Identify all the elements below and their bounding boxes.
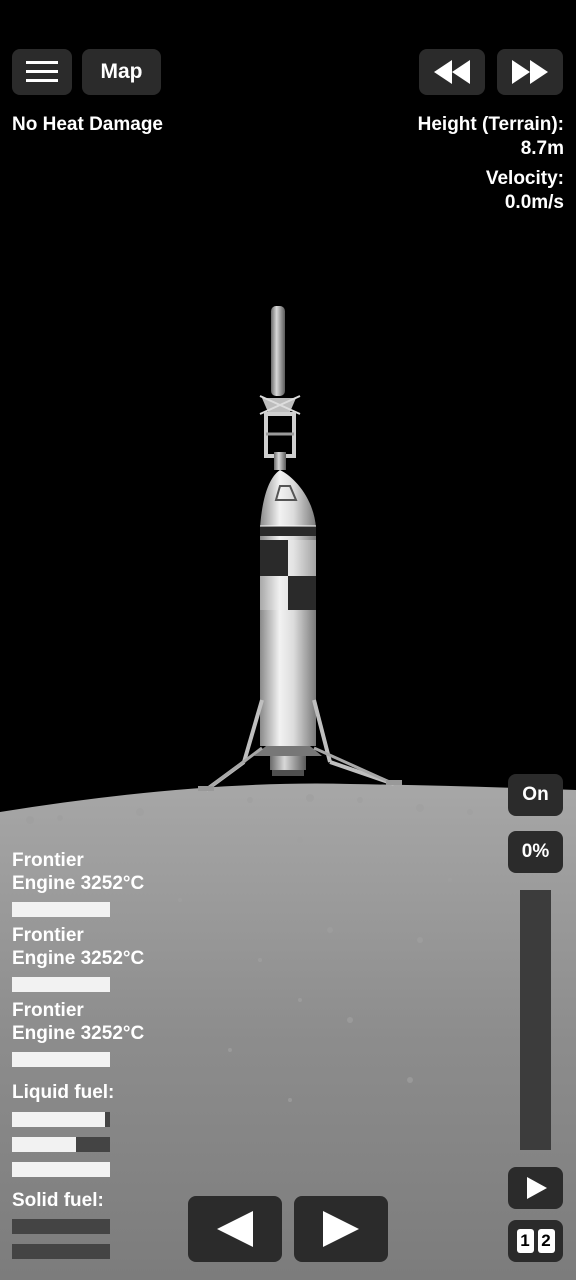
menu-icon xyxy=(26,61,58,82)
engine-2-health-bar xyxy=(12,977,110,992)
stage-indicator[interactable]: 1 2 xyxy=(508,1220,563,1262)
liquid-fuel-bar-3 xyxy=(12,1162,110,1177)
throttle-percent: 0% xyxy=(521,841,550,862)
solid-fuel-label: Solid fuel: xyxy=(12,1190,104,1211)
solid-fuel-bar-1 xyxy=(12,1219,110,1234)
stage-number-1: 1 xyxy=(516,1229,534,1253)
engine-3-health-fill xyxy=(12,1052,110,1067)
liquid-fuel-label: Liquid fuel: xyxy=(12,1082,115,1103)
rotate-left-icon xyxy=(217,1211,253,1247)
velocity-label: Velocity: xyxy=(485,168,564,189)
height-value: 8.7m xyxy=(520,138,564,159)
heat-status: No Heat Damage xyxy=(12,114,163,135)
liquid-fuel-fill-2 xyxy=(12,1137,76,1152)
rotate-left-button[interactable] xyxy=(188,1196,282,1262)
throttle-readout: 0% xyxy=(508,831,563,873)
liquid-fuel-fill-1 xyxy=(12,1112,106,1127)
liquid-fuel-fill-3 xyxy=(12,1162,110,1177)
rewind-button[interactable] xyxy=(419,49,485,95)
fast-forward-icon xyxy=(512,60,548,84)
engine-2-health-fill xyxy=(12,977,110,992)
engine-1-name: Frontier xyxy=(12,850,84,871)
stage-button[interactable] xyxy=(508,1167,563,1209)
engine-1-health-fill xyxy=(12,902,110,917)
engine-2-name: Frontier xyxy=(12,925,84,946)
menu-button[interactable] xyxy=(12,49,72,95)
rotate-right-button[interactable] xyxy=(294,1196,388,1262)
solid-fuel-bar-2 xyxy=(12,1244,110,1259)
play-icon xyxy=(526,1177,547,1199)
engine-toggle-button[interactable]: On xyxy=(508,774,563,816)
engine-3-name: Frontier xyxy=(12,1000,84,1021)
rotate-right-icon xyxy=(323,1211,359,1247)
liquid-fuel-bar-2 xyxy=(12,1137,110,1152)
rewind-icon xyxy=(434,60,470,84)
rocket xyxy=(198,306,402,792)
throttle-slider[interactable] xyxy=(520,890,551,1150)
engine-3-health-bar xyxy=(12,1052,110,1067)
stage-number-2: 2 xyxy=(537,1229,555,1253)
engine-3-temp: Engine 3252°C xyxy=(12,1023,145,1044)
engine-toggle-label: On xyxy=(522,784,549,805)
velocity-value: 0.0m/s xyxy=(504,192,564,213)
height-label: Height (Terrain): xyxy=(417,114,564,135)
engine-1-health-bar xyxy=(12,902,110,917)
map-button-label: Map xyxy=(100,60,143,83)
engine-1-temp: Engine 3252°C xyxy=(12,873,145,894)
fast-forward-button[interactable] xyxy=(497,49,563,95)
map-button[interactable]: Map xyxy=(82,49,161,95)
engine-2-temp: Engine 3252°C xyxy=(12,948,145,969)
liquid-fuel-bar-1 xyxy=(12,1112,110,1127)
